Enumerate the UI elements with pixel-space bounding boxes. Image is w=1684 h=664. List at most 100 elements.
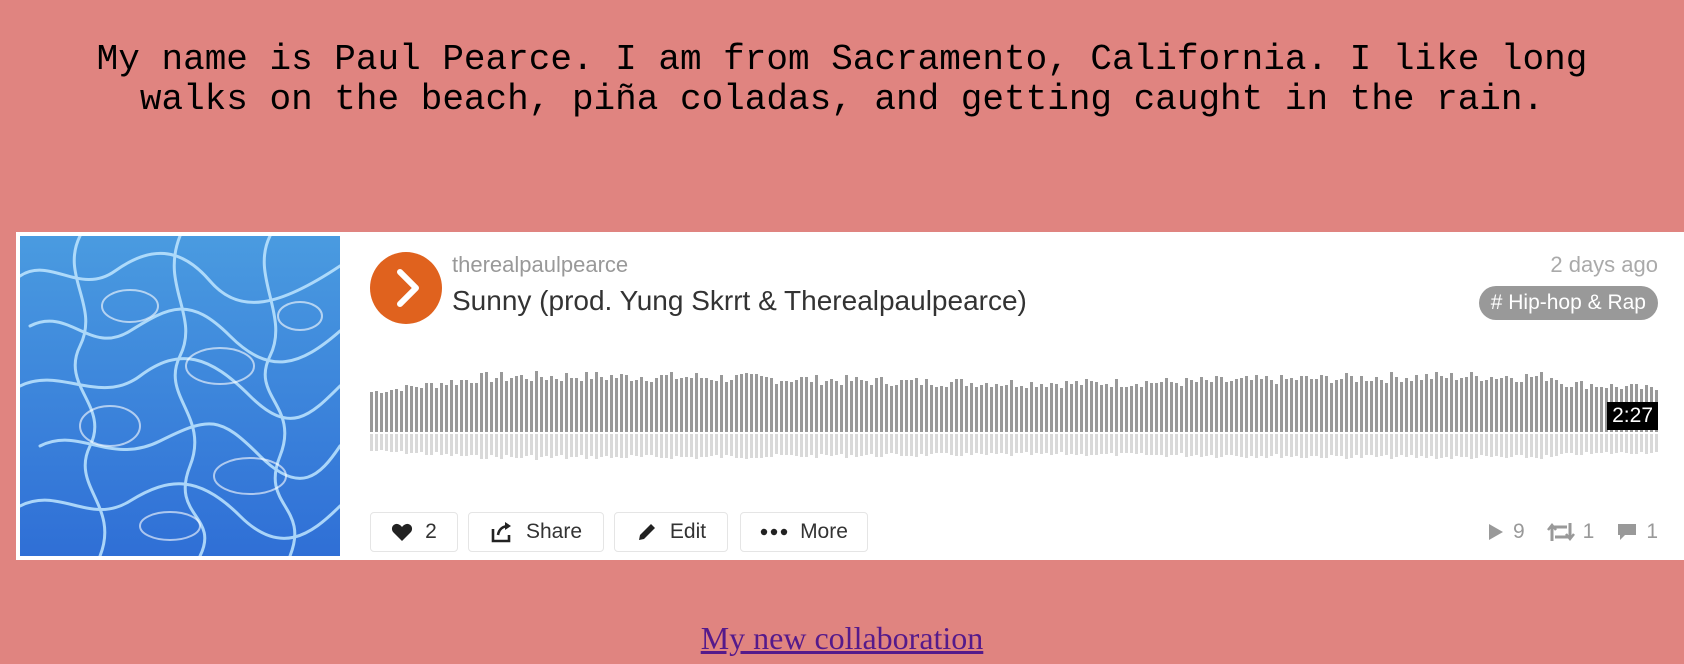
track-duration: 2:27 <box>1607 402 1658 430</box>
waveform-reflection-bar <box>1400 434 1403 455</box>
waveform-reflection-bar <box>1015 434 1018 453</box>
collaboration-link[interactable]: My new collaboration <box>701 620 984 656</box>
waveform-bar <box>970 383 973 432</box>
track-artwork[interactable] <box>20 236 340 556</box>
share-label: Share <box>525 520 583 543</box>
waveform-bar <box>685 377 688 432</box>
waveform-reflection-bar <box>905 434 908 456</box>
waveform-bar <box>1170 382 1173 432</box>
waveform-bar <box>1030 382 1033 432</box>
waveform-reflection-bar <box>1450 434 1453 459</box>
waveform-reflection-bar <box>680 434 683 457</box>
waveform-bar <box>520 375 523 432</box>
waveform-reflection-bar <box>1500 434 1503 457</box>
waveform-bar <box>825 381 828 432</box>
play-icon <box>397 269 419 307</box>
waveform-bar <box>665 375 668 432</box>
waveform-bar <box>1360 376 1363 432</box>
waveform-reflection-bar <box>1550 434 1553 457</box>
waveform-reflection-bar <box>1325 434 1328 458</box>
waveform-bar <box>1320 375 1323 432</box>
waveform-bar <box>470 383 473 432</box>
waveform-bar <box>1100 385 1103 432</box>
waveform-reflection-bar <box>645 434 648 455</box>
uploader-name[interactable]: therealpaulpearce <box>452 252 628 278</box>
waveform-bar <box>835 381 838 432</box>
waveform-bar <box>1090 381 1093 432</box>
waveform-bar <box>420 388 423 432</box>
waveform-reflection-bar <box>380 434 383 450</box>
waveform-reflection-bar <box>780 434 783 455</box>
waveform-bar <box>760 376 763 432</box>
waveform-bar <box>995 384 998 432</box>
like-button[interactable]: 2 <box>370 512 458 552</box>
waveform-reflection-bar <box>1160 434 1163 455</box>
waveform-reflection-bar <box>1185 434 1188 457</box>
waveform-reflection-bar <box>1380 434 1383 456</box>
waveform-bar <box>930 385 933 432</box>
waveform-bar <box>960 379 963 432</box>
waveform-bar <box>1310 379 1313 432</box>
waveform-bar <box>610 375 613 432</box>
waveform-bar <box>605 380 608 432</box>
waveform-bar <box>1260 379 1263 432</box>
waveform-reflection-bar <box>1005 434 1008 454</box>
waveform-bar <box>500 372 503 432</box>
waveform-reflection-bar <box>650 434 653 455</box>
waveform-bar <box>880 377 883 432</box>
waveform-bar <box>1470 372 1473 432</box>
waveform-reflection-bar <box>470 434 473 455</box>
waveform-bar <box>1560 384 1563 432</box>
waveform-reflection-bar <box>510 434 513 457</box>
waveform-bar <box>645 381 648 432</box>
waveform-reflection-bar <box>830 434 833 456</box>
track-title[interactable]: Sunny (prod. Yung Skrrt & Therealpaulpea… <box>452 284 1027 318</box>
waveform-reflection-bar <box>605 434 608 456</box>
waveform-bar <box>735 375 738 432</box>
waveform-reflection-bar <box>1195 434 1198 455</box>
waveform-reflection-bar <box>980 434 983 454</box>
more-label: More <box>800 520 848 543</box>
waveform-reflection-bar <box>755 434 758 458</box>
waveform-reflection-bar <box>685 434 688 457</box>
waveform-reflection-bar <box>1070 434 1073 454</box>
waveform-bar <box>1445 378 1448 432</box>
waveform-bar <box>445 385 448 432</box>
waveform-bar <box>530 381 533 432</box>
comment-count[interactable]: 1 <box>1616 518 1658 546</box>
waveform-bar <box>1350 376 1353 432</box>
waveform-bar <box>575 378 578 432</box>
waveform-reflection-bar <box>925 434 928 456</box>
waveform-reflection-bar <box>550 434 553 458</box>
waveform-reflection-bar <box>1210 434 1213 455</box>
waveform-reflection-bar <box>1525 434 1528 458</box>
waveform-bar <box>615 378 618 432</box>
waveform-bar <box>1185 378 1188 432</box>
repost-count[interactable]: 1 <box>1546 518 1594 546</box>
waveform-reflection-bar <box>1350 434 1353 458</box>
waveform-bar <box>790 382 793 432</box>
share-button[interactable]: Share <box>468 512 604 552</box>
edit-button[interactable]: Edit <box>614 512 728 552</box>
waveform-bar <box>505 381 508 432</box>
waveform-reflection-bar <box>1335 434 1338 456</box>
waveform-reflection-bar <box>1465 434 1468 457</box>
waveform-bar <box>975 387 978 432</box>
genre-tag[interactable]: # Hip-hop & Rap <box>1478 286 1658 320</box>
waveform-bar <box>625 375 628 432</box>
waveform-reflection-bar <box>665 434 668 458</box>
waveform-bar <box>1565 387 1568 432</box>
more-button[interactable]: More <box>740 512 868 552</box>
waveform-bar <box>1385 383 1388 432</box>
waveform[interactable] <box>370 358 1662 462</box>
waveform-bar <box>1250 380 1253 432</box>
waveform-reflection-bar <box>495 434 498 457</box>
heart-icon <box>391 522 413 542</box>
play-button[interactable] <box>370 252 442 324</box>
waveform-bar <box>855 377 858 432</box>
waveform-bar <box>1495 379 1498 432</box>
track-stats: 9 1 1 <box>1465 518 1658 546</box>
waveform-bar <box>925 379 928 432</box>
waveform-bar <box>560 381 563 432</box>
comment-icon <box>1616 522 1638 542</box>
